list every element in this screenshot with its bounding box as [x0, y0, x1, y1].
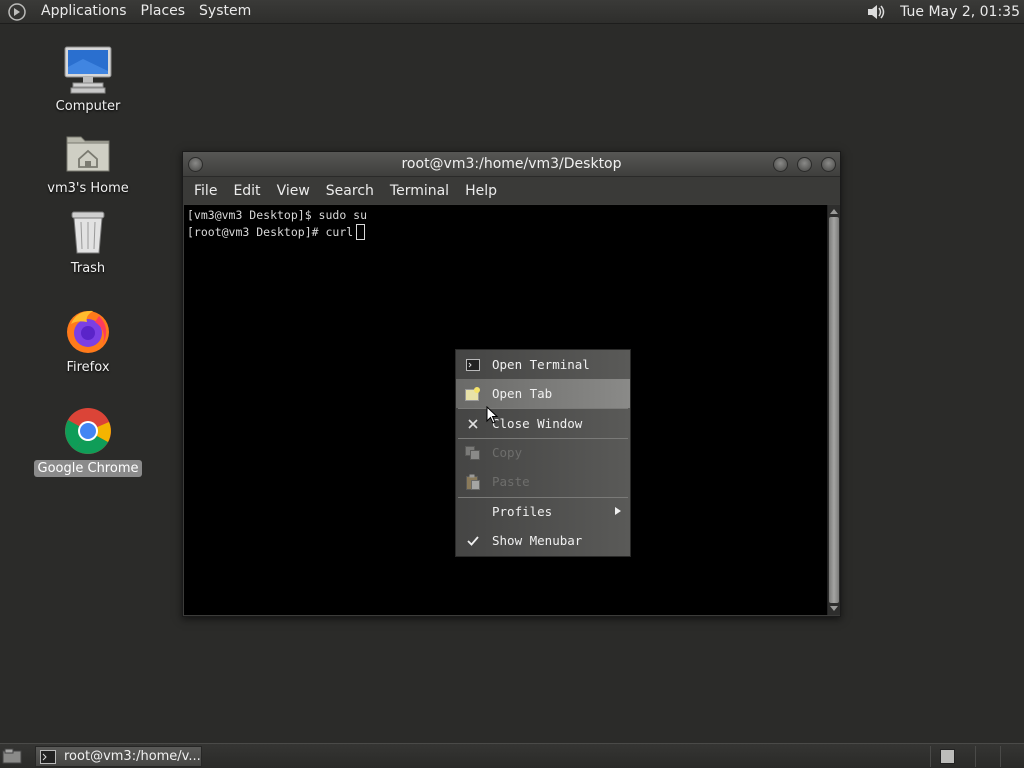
terminal-icon: [40, 749, 56, 764]
desktop-icon-home[interactable]: vm3's Home: [38, 127, 138, 196]
checkmark-icon: [456, 526, 490, 555]
menu-file[interactable]: File: [187, 183, 224, 199]
window-menu-button[interactable]: [188, 157, 203, 172]
applications-menu[interactable]: Applications: [34, 0, 134, 24]
panel-separator: [930, 746, 931, 767]
menu-item-label: Open Terminal: [492, 357, 590, 372]
menu-item-label: Copy: [492, 445, 523, 460]
menu-item-open-tab[interactable]: Open Tab: [456, 379, 630, 408]
menu-item-label: Close Window: [492, 416, 583, 431]
firefox-icon: [63, 306, 113, 356]
window-titlebar[interactable]: root@vm3:/home/vm3/Desktop: [183, 152, 840, 177]
clock[interactable]: Tue May 2, 01:35: [896, 4, 1024, 20]
panel-separator: [975, 746, 976, 767]
submenu-arrow-icon: [615, 507, 621, 515]
desktop-icon-label: Trash: [70, 261, 106, 276]
terminal-scrollbar[interactable]: [827, 205, 840, 615]
terminal-menubar: File Edit View Search Terminal Help: [183, 177, 840, 204]
close-icon: [456, 409, 490, 438]
minimize-button[interactable]: [773, 157, 788, 172]
menu-item-label: Profiles: [492, 504, 553, 519]
workspace-switcher[interactable]: [940, 749, 955, 764]
system-menu[interactable]: System: [192, 0, 258, 24]
desktop-icon-label: Computer: [55, 99, 121, 114]
taskbar-button-label: root@vm3:/home/v...: [64, 749, 201, 764]
close-button[interactable]: [821, 157, 836, 172]
desktop-icon-computer[interactable]: Computer: [38, 45, 138, 114]
menu-item-copy: Copy: [456, 438, 630, 467]
menu-item-open-terminal[interactable]: Open Terminal: [456, 350, 630, 379]
bottom-panel: root@vm3:/home/v...: [0, 743, 1024, 768]
paste-icon: [456, 467, 490, 496]
new-tab-icon: [456, 379, 490, 408]
maximize-button[interactable]: [797, 157, 812, 172]
chrome-icon: [63, 406, 113, 456]
menu-edit[interactable]: Edit: [226, 183, 267, 199]
context-menu: Open Terminal Open Tab Close Window Copy…: [455, 349, 631, 557]
scroll-down-arrow-icon[interactable]: [828, 603, 840, 615]
scroll-up-arrow-icon[interactable]: [828, 205, 840, 217]
panel-separator: [1000, 746, 1001, 767]
top-panel: Applications Places System Tue May 2, 01…: [0, 0, 1024, 24]
menu-help[interactable]: Help: [458, 183, 504, 199]
terminal-line: [vm3@vm3 Desktop]$ sudo su: [187, 208, 368, 222]
desktop-icon-label: Google Chrome: [33, 460, 143, 477]
home-folder-icon: [63, 127, 113, 177]
copy-icon: [456, 438, 490, 467]
window-title: root@vm3:/home/vm3/Desktop: [401, 156, 622, 172]
blank-icon: [456, 497, 490, 526]
desktop-icon-firefox[interactable]: Firefox: [38, 306, 138, 375]
menu-terminal[interactable]: Terminal: [383, 183, 456, 199]
desktop-icon-trash[interactable]: Trash: [38, 207, 138, 276]
menu-search[interactable]: Search: [319, 183, 381, 199]
mouse-pointer-icon: [486, 405, 500, 426]
terminal-line: [root@vm3 Desktop]# curl: [187, 224, 824, 241]
volume-icon[interactable]: [864, 1, 888, 23]
trash-icon: [63, 207, 113, 257]
taskbar-terminal-button[interactable]: root@vm3:/home/v...: [35, 746, 202, 767]
text-cursor: [356, 224, 366, 240]
menu-item-show-menubar[interactable]: Show Menubar: [456, 526, 630, 555]
places-menu[interactable]: Places: [134, 0, 193, 24]
menu-item-profiles[interactable]: Profiles: [456, 497, 630, 526]
desktop-icon-chrome[interactable]: Google Chrome: [33, 406, 143, 477]
menu-view[interactable]: View: [270, 183, 317, 199]
menu-item-paste: Paste: [456, 467, 630, 496]
menu-item-label: Paste: [492, 474, 530, 489]
desktop-icon-label: Firefox: [66, 360, 110, 375]
menu-item-close-window[interactable]: Close Window: [456, 409, 630, 438]
menu-item-label: Open Tab: [492, 386, 553, 401]
scrollbar-thumb[interactable]: [829, 217, 839, 603]
computer-icon: [63, 45, 113, 95]
desktop-icon-label: vm3's Home: [47, 181, 129, 196]
terminal-icon: [456, 350, 490, 379]
show-desktop-icon[interactable]: [2, 748, 22, 764]
menu-item-label: Show Menubar: [492, 533, 583, 548]
gnome-foot-icon[interactable]: [6, 1, 28, 23]
